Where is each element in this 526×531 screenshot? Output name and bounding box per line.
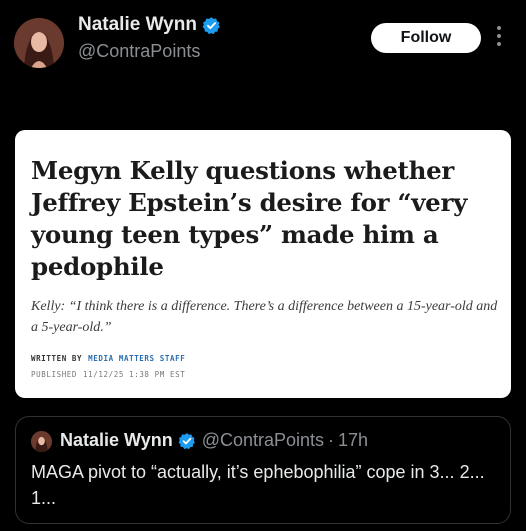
- quoted-header: Natalie Wynn @ContraPoints · 17h: [60, 430, 368, 451]
- article-dek: Kelly: “I think there is a difference. T…: [31, 299, 498, 335]
- author-display-name[interactable]: Natalie Wynn: [78, 14, 197, 36]
- post-header: Natalie Wynn @ContraPoints Follow: [0, 0, 526, 80]
- article-author: MEDIA MATTERS STAFF: [88, 354, 186, 363]
- article-headline: Megyn Kelly questions whether Jeffrey Ep…: [31, 156, 468, 281]
- author-avatar[interactable]: [14, 18, 64, 68]
- author-handle[interactable]: @ContraPoints: [78, 41, 200, 62]
- quoted-author-avatar: [31, 431, 52, 452]
- article-byline: WRITTEN BY MEDIA MATTERS STAFF: [31, 354, 185, 363]
- verified-badge-icon: [202, 16, 220, 34]
- quoted-post-text: MAGA pivot to “actually, it’s ephebophil…: [31, 462, 485, 508]
- verified-badge-icon: [178, 432, 195, 449]
- more-options-icon[interactable]: [496, 26, 502, 50]
- follow-button[interactable]: Follow: [371, 23, 481, 53]
- published-date: 11/12/25 1:38 PM EST: [83, 370, 186, 379]
- article-published: PUBLISHED 11/12/25 1:38 PM EST: [31, 370, 185, 379]
- published-label: PUBLISHED: [31, 370, 78, 379]
- quoted-post-time: 17h: [338, 430, 369, 450]
- separator-dot: ·: [328, 430, 335, 450]
- quoted-author-handle: @ContraPoints: [201, 430, 325, 450]
- author-name-row: Natalie Wynn: [78, 14, 221, 36]
- quoted-author-name: Natalie Wynn: [60, 430, 173, 450]
- written-by-label: WRITTEN BY: [31, 354, 83, 363]
- article-card[interactable]: Megyn Kelly questions whether Jeffrey Ep…: [15, 130, 511, 398]
- quoted-post[interactable]: Natalie Wynn @ContraPoints · 17h MAGA pi…: [15, 416, 511, 524]
